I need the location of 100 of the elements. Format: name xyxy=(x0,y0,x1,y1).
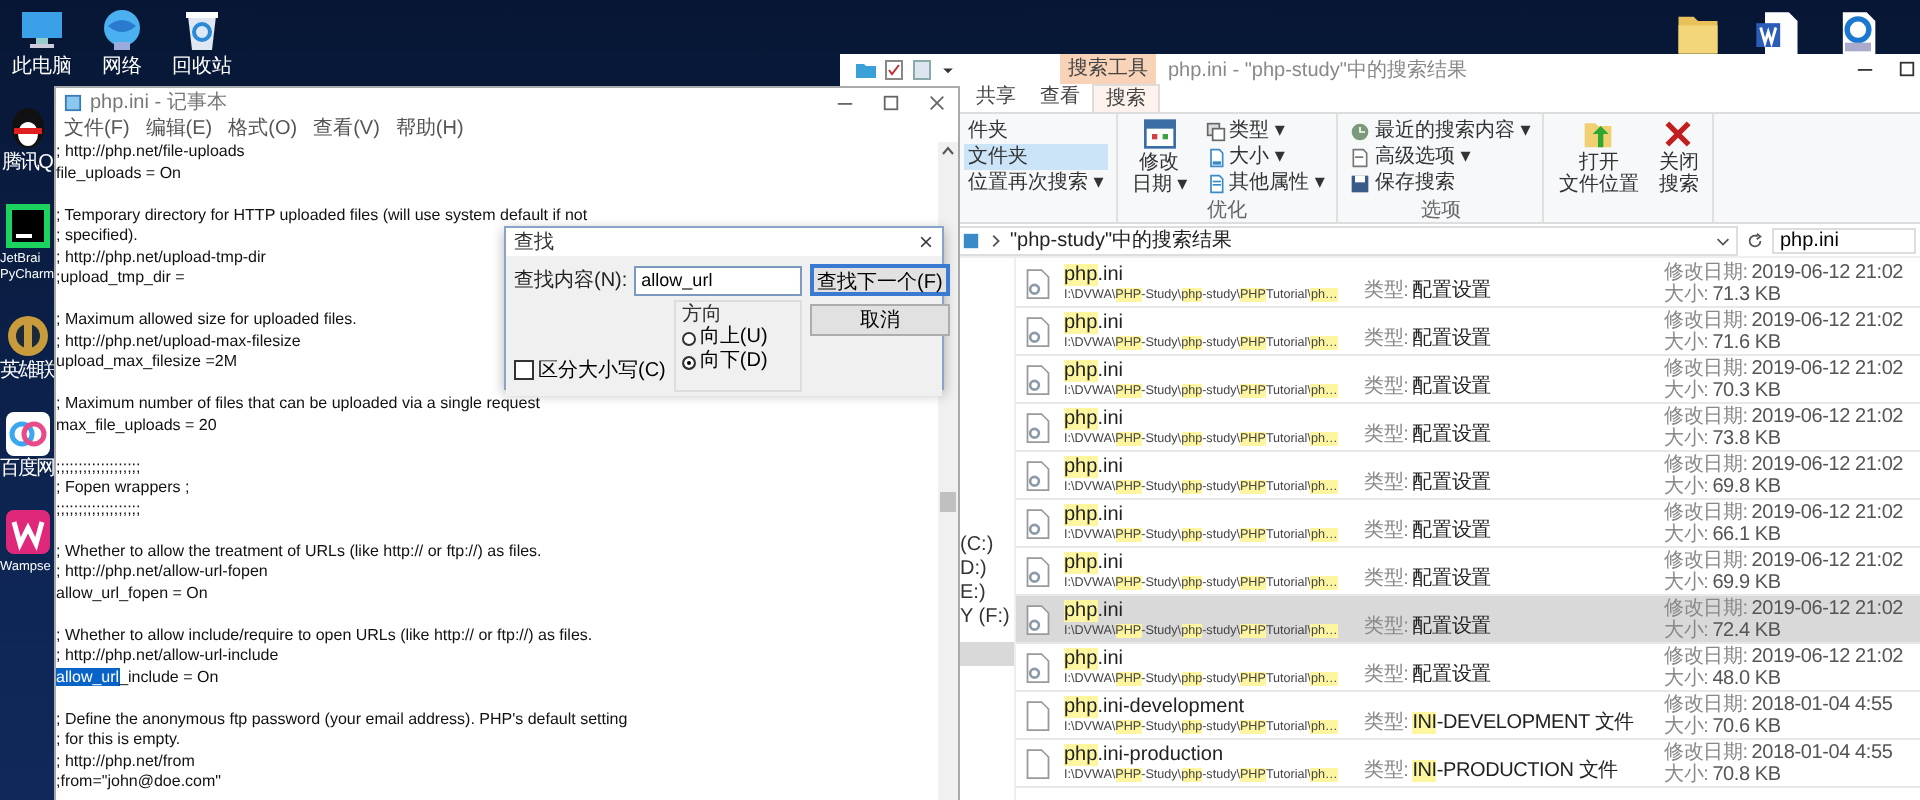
text-line: ; specified). xyxy=(56,226,138,247)
type-value: 配置设置 xyxy=(1412,376,1491,398)
type-label: 类型: xyxy=(1364,568,1409,590)
maximize-icon[interactable] xyxy=(882,93,900,111)
nav-item[interactable]: Y (F:) xyxy=(960,606,1014,630)
modified-label: 修改日期: xyxy=(1664,309,1748,331)
find-input[interactable]: allow_url xyxy=(633,265,802,295)
match-case-checkbox[interactable]: 区分大小写(C) xyxy=(514,356,666,392)
group-label: 方向 xyxy=(681,304,722,326)
file-size: 72.4 KB xyxy=(1712,619,1781,641)
nav-item[interactable]: D:) xyxy=(960,558,1014,582)
history-icon xyxy=(1350,121,1371,141)
nav-item[interactable]: (C:) xyxy=(960,534,1014,558)
desktop-icon-label[interactable]: 回收站 xyxy=(172,56,232,78)
modified-date: 2019-06-12 21:02 xyxy=(1751,501,1904,523)
find-label: 查找内容(N): xyxy=(514,267,628,294)
menu-item[interactable]: 编辑(E) xyxy=(141,116,217,142)
type-label: 类型: xyxy=(1364,280,1409,302)
size-label: 大小: xyxy=(1664,619,1709,641)
ribbon-button[interactable]: 件夹 xyxy=(964,118,1108,144)
nav-item[interactable]: E:) xyxy=(960,582,1014,606)
text-line: ; for this is empty. xyxy=(56,730,181,751)
modified-date: 2018-01-04 4:55 xyxy=(1751,693,1893,715)
desktop-icon-label[interactable]: 网络 xyxy=(102,56,142,78)
text-line: ; Maximum allowed size for uploaded files. xyxy=(56,310,357,331)
type-value: INI-DEVELOPMENT 文件 xyxy=(1412,712,1634,734)
modified-date: 2019-06-12 21:02 xyxy=(1751,357,1904,379)
ribbon-button[interactable]: 高级选项 ▾ xyxy=(1346,144,1535,170)
text-line: ; http://php.net/allow-url-fopen xyxy=(56,562,268,583)
text-line: ; Define the anonymous ftp password (your email address). PHP's default setting xyxy=(56,709,628,730)
file-name: php.ini xyxy=(1064,455,1125,477)
emblem-icon xyxy=(3,312,51,360)
size-label: 大小: xyxy=(1664,427,1709,449)
desktop-icon-label[interactable]: 百度网 xyxy=(0,460,54,480)
menu-item[interactable]: 帮助(H) xyxy=(391,116,468,142)
type-label: 类型: xyxy=(1364,472,1409,494)
ribbon-button[interactable]: 打开 文件位置 xyxy=(1552,118,1645,222)
desktop-icon-label[interactable]: 腾讯Q xyxy=(2,154,52,174)
maximize-icon[interactable] xyxy=(1898,60,1916,78)
close-icon[interactable] xyxy=(928,93,946,111)
size-label: 大小: xyxy=(1664,523,1709,545)
ribbon-tab[interactable]: 查看 xyxy=(1028,84,1092,112)
modified-label: 修改日期: xyxy=(1664,741,1748,763)
file-name: php.ini xyxy=(1064,359,1125,381)
modified-label: 修改日期: xyxy=(1664,549,1748,571)
dialog-title: 查找 xyxy=(514,229,554,256)
modified-date: 2019-06-12 21:02 xyxy=(1751,261,1904,283)
file-size: 73.8 KB xyxy=(1712,427,1781,449)
modified-date: 2019-06-12 21:02 xyxy=(1751,645,1904,667)
type-value: 配置设置 xyxy=(1412,280,1491,302)
ribbon-tab[interactable]: 搜索 xyxy=(1092,84,1160,112)
ribbon-button[interactable]: 位置再次搜索 ▾ xyxy=(964,170,1108,196)
modified-label: 修改日期: xyxy=(1664,453,1748,475)
menu-item[interactable]: 格式(O) xyxy=(224,116,302,142)
modified-date: 2019-06-12 21:02 xyxy=(1751,549,1904,571)
context-tab-header: 搜索工具 xyxy=(1060,54,1156,84)
desktop-icon-label[interactable]: 英雄联 xyxy=(0,362,54,382)
radio-label[interactable]: 向上(U) xyxy=(699,326,768,350)
search-field[interactable]: php.ini xyxy=(1772,227,1916,253)
type-value: 配置设置 xyxy=(1412,664,1491,686)
ribbon-button[interactable]: 最近的搜索内容 ▾ xyxy=(1346,118,1535,144)
refresh-icon[interactable] xyxy=(1746,231,1764,249)
ribbon-button[interactable]: 文件夹 xyxy=(964,144,1108,170)
size-label: 大小: xyxy=(1664,763,1709,785)
ide-icon xyxy=(3,202,51,250)
folder-icon[interactable] xyxy=(856,59,876,79)
ribbon-button[interactable]: 其他属性 ▾ xyxy=(1201,170,1329,196)
radio-label[interactable]: 向下(D) xyxy=(699,350,768,374)
file-name: php.ini xyxy=(1064,647,1125,669)
checklist-icon[interactable] xyxy=(884,59,904,79)
size-label: 大小: xyxy=(1664,379,1709,401)
settings-file-icon xyxy=(1024,411,1052,443)
ribbon-button[interactable]: 修改 日期 ▾ xyxy=(1125,118,1194,200)
size-icon xyxy=(1205,147,1226,167)
close-icon[interactable] xyxy=(918,234,934,250)
text-line: ;from="john@doe.com" xyxy=(56,772,222,793)
type-label: 类型: xyxy=(1364,424,1409,446)
globe-icon xyxy=(98,6,146,54)
text-line: ;;;;;;;;;;;;;;;;;;; xyxy=(56,457,141,478)
find-next-button[interactable]: 查找下一个(F) xyxy=(809,264,950,296)
menu-item[interactable]: 文件(F) xyxy=(60,116,134,142)
ribbon-tab[interactable]: 共享 xyxy=(964,84,1028,112)
ribbon-button[interactable]: 关闭 搜索 xyxy=(1652,118,1705,222)
ribbon-button[interactable]: 保存搜索 xyxy=(1346,170,1535,196)
text-line: file_uploads = On xyxy=(56,163,181,184)
menu-item[interactable]: 查看(V) xyxy=(309,116,384,142)
size-label: 大小: xyxy=(1664,715,1709,737)
ribbon-button[interactable]: 大小 ▾ xyxy=(1201,144,1329,170)
settings-file-icon xyxy=(1024,651,1052,683)
modified-label: 修改日期: xyxy=(1664,405,1748,427)
radio-button[interactable] xyxy=(681,331,696,345)
text-line: max_file_uploads = 20 xyxy=(56,415,217,436)
window-title: php.ini - "php-study"中的搜索结果 xyxy=(1168,57,1467,83)
desktop-icon-label[interactable]: 此电脑 xyxy=(12,56,72,78)
radio-button[interactable] xyxy=(681,355,696,369)
cancel-button[interactable]: 取消 xyxy=(809,304,950,336)
file-size: 70.8 KB xyxy=(1712,763,1781,785)
scrollbar[interactable] xyxy=(938,142,958,800)
ribbon-button[interactable]: 类型 ▾ xyxy=(1201,118,1329,144)
address-bar[interactable]: "php-study"中的搜索结果 xyxy=(956,225,1738,255)
